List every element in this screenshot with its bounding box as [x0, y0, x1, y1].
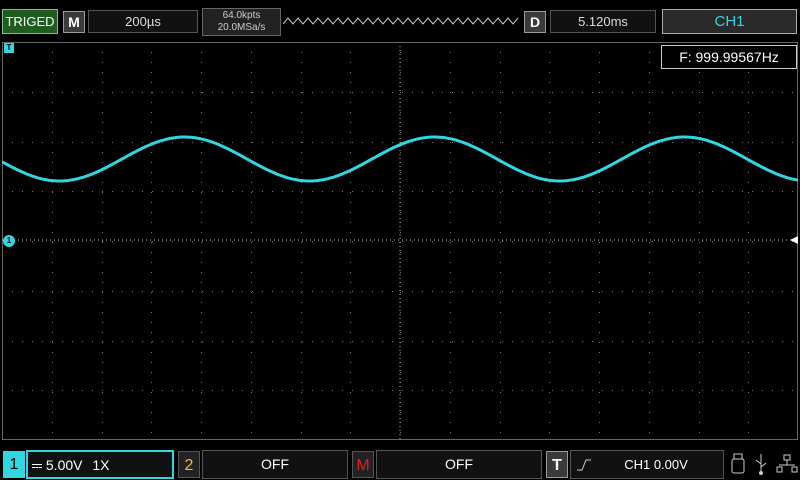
graticule [2, 42, 798, 440]
rising-edge-icon [577, 459, 591, 471]
delay-readout[interactable]: 5.120ms [550, 10, 656, 33]
trigger-info: CH1 0.00V [624, 457, 688, 472]
memory-info: 64.0kpts 20.0MSa/s [202, 8, 281, 36]
dc-coupling-icon [32, 464, 42, 469]
memory-depth: 64.0kpts [222, 10, 261, 21]
frequency-readout: F: 999.99567Hz [661, 45, 797, 69]
ch1-button[interactable]: 1 [3, 451, 25, 478]
trigger-button[interactable]: T [546, 451, 568, 478]
ch1-level-arrow [790, 236, 798, 244]
trigger-position-marker[interactable]: T [4, 43, 14, 53]
usb-icon [755, 454, 767, 475]
ch1-offset-marker[interactable]: 1 [3, 235, 15, 247]
timebase-readout[interactable]: 200µs [88, 10, 198, 33]
trigger-settings[interactable]: CH1 0.00V [570, 450, 724, 479]
usb-device-icon [731, 453, 745, 474]
ch2-state[interactable]: OFF [202, 450, 348, 479]
network-icon [776, 454, 798, 473]
ch1-scale: 5.00V [45, 457, 83, 473]
channel-select[interactable]: CH1 [662, 9, 797, 34]
ch1-settings[interactable]: 5.00V 1X [26, 450, 174, 479]
ch1-probe: 1X [92, 457, 110, 473]
trigger-status[interactable]: TRIGED [2, 9, 58, 34]
mode-button[interactable]: M [63, 11, 85, 33]
delay-button[interactable]: D [524, 11, 546, 33]
waveform-display[interactable] [2, 42, 798, 440]
math-button[interactable]: M [352, 451, 374, 478]
math-state[interactable]: OFF [376, 450, 542, 479]
ch2-button[interactable]: 2 [178, 451, 200, 478]
waveform-overview[interactable] [283, 14, 519, 28]
sample-rate: 20.0MSa/s [217, 22, 266, 33]
